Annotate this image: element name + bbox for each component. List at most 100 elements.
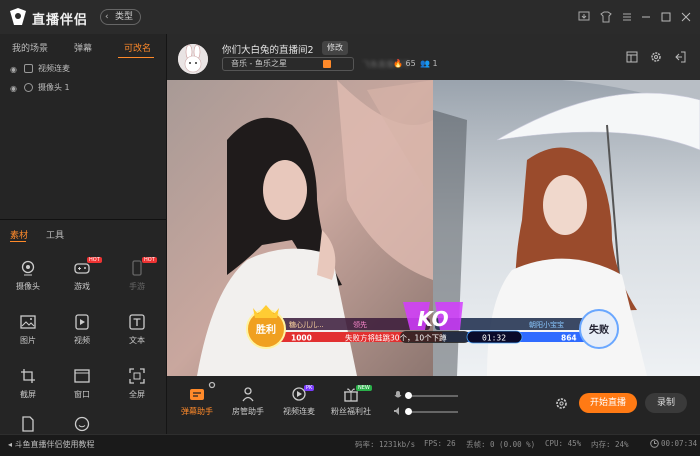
lose-label: 失败 xyxy=(589,323,609,336)
start-live-button[interactable]: 开始直播 xyxy=(579,393,637,413)
danmaku-icon xyxy=(190,389,204,400)
tool-label: 摄像头 xyxy=(16,282,40,291)
pk-penalty: 失败方将蛙跳30个，10个下蹲 xyxy=(345,333,447,343)
scene-source-icon xyxy=(24,64,33,73)
hot-badge: HOT xyxy=(87,257,102,263)
shirt-icon[interactable] xyxy=(600,11,612,23)
download-icon[interactable] xyxy=(578,11,590,23)
fullscreen-icon xyxy=(129,368,145,384)
tutorial-label: 斗鱼直播伴侣使用教程 xyxy=(14,440,95,449)
category-selector[interactable]: 音乐 - 鱼乐之星 xyxy=(222,57,354,71)
pk-right-score: 864 xyxy=(561,334,577,343)
mic-volume-slider[interactable] xyxy=(408,395,458,397)
speaker-icon[interactable] xyxy=(393,406,403,416)
close-icon[interactable] xyxy=(680,11,692,23)
pk-badge: PK xyxy=(304,385,315,391)
camera-icon xyxy=(21,260,35,276)
tool-camera[interactable]: 摄像头 xyxy=(3,260,53,300)
bitrate-readout: 码率: 1231kb/s xyxy=(355,440,416,449)
mic-volume-knob[interactable] xyxy=(405,392,412,399)
gear-small-icon[interactable] xyxy=(208,381,216,389)
app-logo-icon xyxy=(10,8,26,25)
video-link-button[interactable]: PK 视频连麦 xyxy=(274,385,324,417)
tool-screenshot[interactable]: 截屏 xyxy=(3,368,53,408)
file-icon xyxy=(22,416,34,432)
danmaku-helper-button[interactable]: 弹幕助手 xyxy=(172,386,222,417)
video-icon xyxy=(75,314,89,330)
tool-label: 粉丝福利社 xyxy=(331,407,371,416)
heat-value: 65 xyxy=(405,59,416,68)
win-label: 胜利 xyxy=(255,323,276,336)
tab-renamable[interactable]: 可改名 xyxy=(124,41,151,54)
speaker-volume-knob[interactable] xyxy=(405,408,412,415)
avatar[interactable] xyxy=(178,44,208,74)
maximize-icon[interactable] xyxy=(660,11,672,23)
tool-label: 手游 xyxy=(129,282,145,291)
pk-left-tag: 领先 xyxy=(353,320,367,329)
menu-icon[interactable] xyxy=(621,11,633,23)
exit-icon[interactable] xyxy=(674,51,686,63)
tool-mobile-game[interactable]: HOT 手游 xyxy=(112,257,162,300)
tool-game[interactable]: HOT 游戏 xyxy=(57,257,107,300)
tab-danmaku[interactable]: 弹幕 xyxy=(74,41,92,54)
app-brand: 直播伴侣 xyxy=(32,13,89,28)
chevron-left-icon: ‹ xyxy=(105,12,109,22)
scene-item-camera[interactable]: ◉ 摄像头 1 xyxy=(0,79,166,97)
active-tab-indicator xyxy=(118,57,154,58)
microphone-icon[interactable] xyxy=(393,390,403,400)
tool-label: 房管助手 xyxy=(232,407,264,416)
admin-icon xyxy=(242,387,254,402)
fan-welfare-button[interactable]: NEW 粉丝福利社 xyxy=(326,385,376,417)
tool-label: 视频连麦 xyxy=(283,407,315,416)
tool-video[interactable]: 视频 xyxy=(57,314,107,354)
title-bar: 直播伴侣 ‹ 类型 xyxy=(0,0,700,34)
tool-label: 图片 xyxy=(20,336,36,345)
tool-label: 游戏 xyxy=(74,282,90,291)
layout-icon[interactable] xyxy=(626,51,638,63)
crop-icon xyxy=(21,369,35,383)
tab-material[interactable]: 素材 xyxy=(10,228,28,241)
window-icon xyxy=(74,369,90,383)
tab-tools[interactable]: 工具 xyxy=(46,228,64,241)
pk-left-score: 1000 xyxy=(291,334,312,343)
tool-image[interactable]: 图片 xyxy=(3,314,53,354)
pk-left-name: 糖心儿儿... xyxy=(289,320,324,329)
fps-readout: FPS: 26 xyxy=(424,439,456,448)
clock-icon xyxy=(650,439,659,448)
room-admin-button[interactable]: 房管助手 xyxy=(223,386,273,417)
tool-label: 全屏 xyxy=(129,390,145,399)
video-preview[interactable]: 胜利 失败 KO 糖心儿儿... 领先 朝阳小宝宝 1000 864 失败方将蛙… xyxy=(167,80,700,376)
memory-readout: 内存: 24% xyxy=(591,440,629,449)
pk-right-name: 朝阳小宝宝 xyxy=(529,320,564,329)
edit-category-icon[interactable] xyxy=(323,60,331,68)
stream-settings-icon[interactable] xyxy=(555,397,568,410)
scene-label: 摄像头 1 xyxy=(38,83,70,92)
left-panel: 我的场景 弹幕 可改名 ◉ 视频连麦 ◉ 摄像头 1 素材 工具 摄像头 HOT… xyxy=(0,34,167,434)
hot-badge: HOT xyxy=(142,257,157,263)
material-tab-indicator xyxy=(10,241,26,242)
viewer-count: 👥 1 xyxy=(420,59,438,68)
category-label: 音乐 - 鱼乐之星 xyxy=(231,59,287,68)
tool-window[interactable]: 窗口 xyxy=(57,368,107,408)
tutorial-link[interactable]: ◂ 斗鱼直播伴侣使用教程 xyxy=(8,439,95,450)
tool-label: 文本 xyxy=(129,336,145,345)
type-button[interactable]: ‹ 类型 xyxy=(100,9,142,25)
tool-label: 视频 xyxy=(74,336,90,345)
record-button[interactable]: 录制 xyxy=(645,393,687,413)
tab-my-scenes[interactable]: 我的场景 xyxy=(12,41,48,54)
cpu-readout: CPU: 45% xyxy=(545,439,582,448)
viewer-value: 1 xyxy=(432,59,438,68)
new-badge: NEW xyxy=(356,385,372,391)
pk-timer: 01:32 xyxy=(482,334,506,343)
minimize-icon[interactable] xyxy=(640,11,652,23)
eye-icon[interactable]: ◉ xyxy=(10,65,17,74)
scene-item-video-link[interactable]: ◉ 视频连麦 xyxy=(0,60,166,78)
panel-divider xyxy=(0,219,166,220)
tool-text[interactable]: 文本 xyxy=(112,314,162,354)
camera-source-icon xyxy=(24,83,33,92)
eye-icon[interactable]: ◉ xyxy=(10,84,17,93)
settings-icon[interactable] xyxy=(650,51,662,63)
tool-fullscreen[interactable]: 全屏 xyxy=(112,368,162,408)
edit-title-button[interactable]: 修改 xyxy=(322,41,348,55)
speaker-volume-slider[interactable] xyxy=(408,411,458,413)
